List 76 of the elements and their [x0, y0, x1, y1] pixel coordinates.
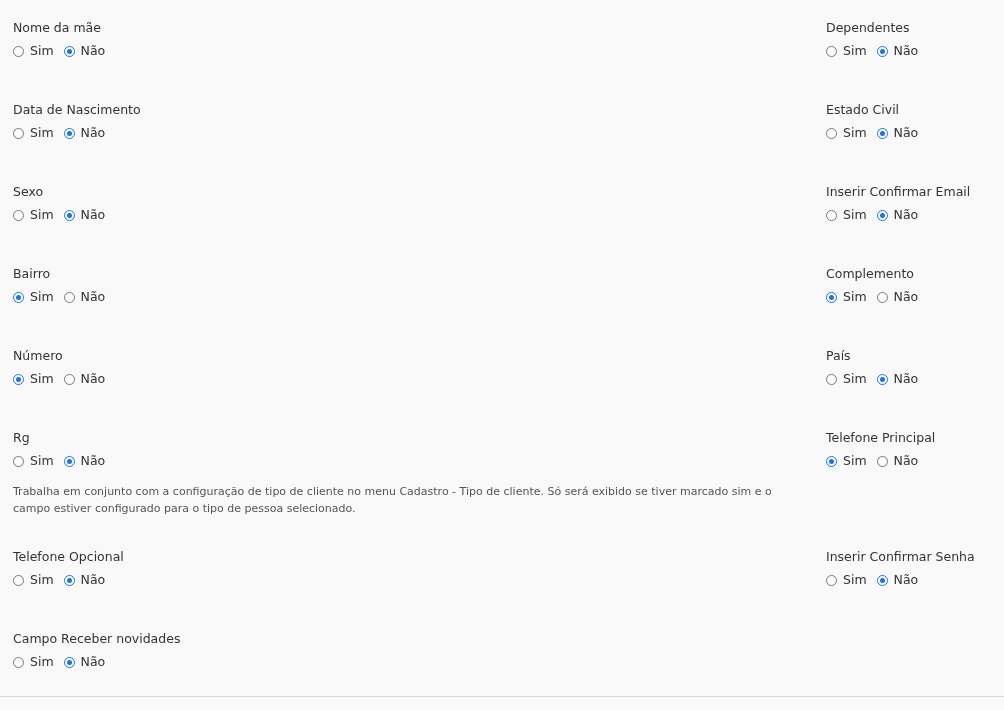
option-label: Não: [893, 124, 919, 142]
option-label: Sim: [30, 206, 54, 224]
option-label: Não: [80, 370, 106, 388]
radio-button[interactable]: [13, 574, 24, 586]
radio-button[interactable]: [13, 455, 24, 467]
radio-button[interactable]: [63, 656, 75, 668]
field-label: País: [826, 347, 851, 365]
option-label: Sim: [843, 288, 867, 306]
option-label: Sim: [843, 42, 867, 60]
radio-button[interactable]: [876, 373, 888, 385]
option-label: Não: [80, 452, 106, 470]
radio-button[interactable]: [63, 455, 75, 467]
field-label: Complemento: [826, 265, 914, 283]
option-label: Não: [80, 124, 106, 142]
option-label: Sim: [30, 288, 54, 306]
option-label: Não: [893, 42, 919, 60]
option-label: Não: [80, 288, 106, 306]
option-label: Não: [893, 288, 919, 306]
radio-button[interactable]: [13, 373, 24, 385]
field-label: Telefone Opcional: [13, 548, 124, 566]
radio-button[interactable]: [13, 127, 24, 139]
field-label: Inserir Confirmar Email: [826, 183, 971, 201]
option-label: Não: [893, 452, 919, 470]
field-label: Nome da mãe: [13, 19, 101, 37]
radio-button[interactable]: [876, 291, 888, 303]
field-label: Inserir Confirmar Senha: [826, 548, 975, 566]
radio-button[interactable]: [13, 656, 24, 668]
option-label: Sim: [30, 653, 54, 671]
field-label: Rg: [13, 429, 30, 447]
radio-button[interactable]: [826, 209, 837, 221]
option-label: Sim: [30, 452, 54, 470]
radio-button[interactable]: [13, 45, 24, 57]
field-label: Sexo: [13, 183, 44, 201]
field-label: Estado Civil: [826, 101, 900, 119]
help-text: Trabalha em conjunto com a configuração de tipo de cliente no menu Cadastro - Tipo de cliente. Só será exibido se tiver marcado sim e o campo estiver configurado para o tipo de pessoa selecionado.: [13, 484, 773, 517]
option-label: Sim: [843, 370, 867, 388]
radio-button[interactable]: [63, 209, 75, 221]
radio-button[interactable]: [826, 373, 837, 385]
radio-button[interactable]: [63, 45, 75, 57]
radio-button[interactable]: [876, 455, 888, 467]
field-label: Número: [13, 347, 63, 365]
option-label: Sim: [843, 124, 867, 142]
radio-button[interactable]: [876, 209, 888, 221]
option-label: Sim: [843, 571, 867, 589]
option-label: Não: [80, 571, 106, 589]
radio-button[interactable]: [63, 291, 75, 303]
radio-button[interactable]: [876, 45, 888, 57]
option-label: Sim: [30, 124, 54, 142]
field-label: Telefone Principal: [826, 429, 936, 447]
option-label: Não: [893, 370, 919, 388]
field-label: Bairro: [13, 265, 51, 283]
radio-button[interactable]: [876, 127, 888, 139]
option-label: Sim: [30, 571, 54, 589]
option-label: Não: [80, 42, 106, 60]
option-label: Sim: [843, 206, 867, 224]
radio-button[interactable]: [63, 574, 75, 586]
radio-button[interactable]: [826, 574, 837, 586]
radio-button[interactable]: [826, 455, 837, 467]
radio-button[interactable]: [876, 574, 888, 586]
option-label: Sim: [843, 452, 867, 470]
option-label: Não: [893, 571, 919, 589]
option-label: Sim: [30, 370, 54, 388]
field-label: Data de Nascimento: [13, 101, 141, 119]
field-label: Campo Receber novidades: [13, 630, 181, 648]
radio-button[interactable]: [13, 209, 24, 221]
option-label: Não: [80, 653, 106, 671]
field-label: Dependentes: [826, 19, 910, 37]
radio-button[interactable]: [826, 127, 837, 139]
radio-button[interactable]: [826, 45, 837, 57]
option-label: Sim: [30, 42, 54, 60]
option-label: Não: [80, 206, 106, 224]
radio-button[interactable]: [826, 291, 837, 303]
radio-button[interactable]: [13, 291, 24, 303]
radio-button[interactable]: [63, 127, 75, 139]
option-label: Não: [893, 206, 919, 224]
radio-button[interactable]: [63, 373, 75, 385]
